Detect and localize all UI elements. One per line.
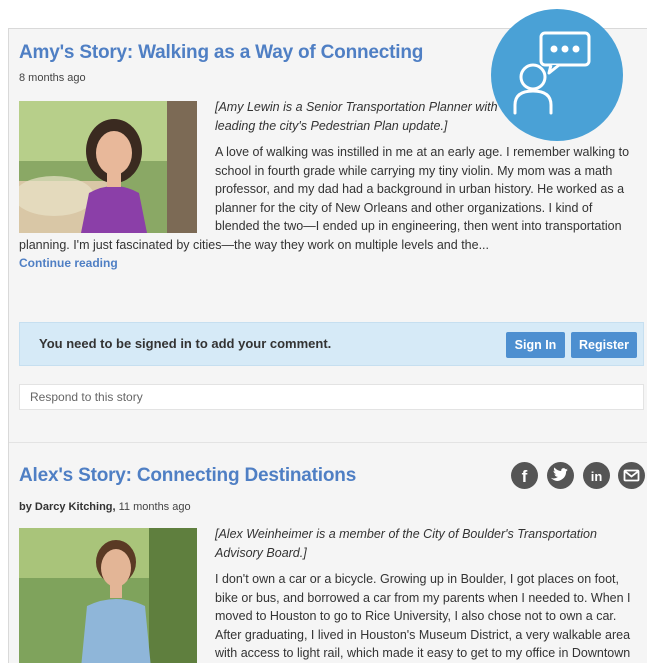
signin-message: You need to be signed in to add your com… [39,336,332,351]
respond-input[interactable]: Respond to this story [19,384,644,410]
facebook-icon[interactable]: f [511,462,538,489]
story-alex: Alex's Story: Connecting Destinations by… [9,465,647,663]
story-divider [9,442,647,443]
email-icon[interactable] [618,462,645,489]
alex-photo [19,528,197,663]
comment-chat-icon [491,9,623,141]
story-date: 11 months ago [115,501,191,513]
signin-prompt: You need to be signed in to add your com… [19,322,644,366]
story-body-text: I don't own a car or a bicycle. Growing … [215,572,631,660]
linkedin-icon[interactable]: in [583,462,610,489]
story-byline: by Darcy Kitching, 11 months ago [19,501,638,513]
twitter-icon[interactable] [547,462,574,489]
svg-text:f: f [522,467,528,486]
amy-photo [14,101,197,233]
svg-text:in: in [591,469,603,484]
story-title[interactable]: Alex's Story: Connecting Destinations [19,465,638,487]
author-name[interactable]: by Darcy Kitching, [19,501,116,513]
story-excerpt: [Alex Weinheimer is a member of the City… [19,525,638,663]
sign-in-button[interactable]: Sign In [506,332,565,358]
register-button[interactable]: Register [571,332,637,358]
continue-reading-link[interactable]: Continue reading [19,254,638,273]
